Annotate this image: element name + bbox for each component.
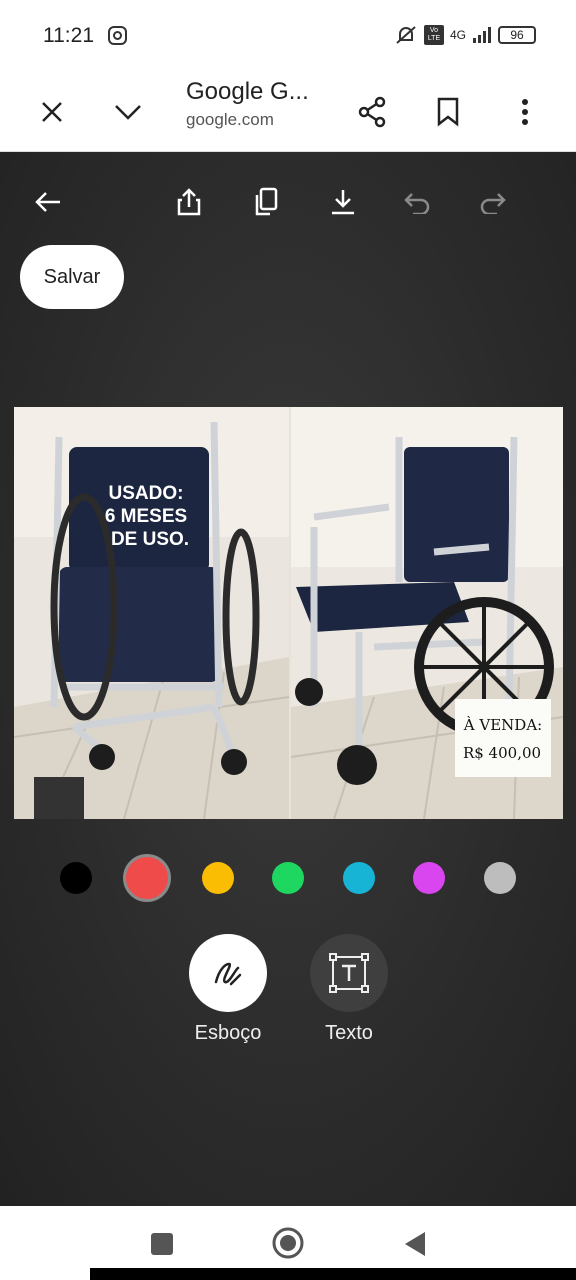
used-caption-line-1: USADO: — [109, 483, 184, 504]
system-nav-bar — [0, 1206, 576, 1280]
sketch-tool-button[interactable] — [189, 934, 267, 1012]
browser-toolbar: Google G... google.com — [0, 72, 576, 152]
back-triangle-icon[interactable] — [403, 1230, 427, 1258]
export-icon[interactable] — [169, 182, 209, 222]
color-swatch-cyan[interactable] — [343, 862, 375, 894]
volte-badge: Vo LTE — [423, 25, 444, 45]
page-title-block[interactable]: Google G... google.com — [186, 78, 336, 130]
chevron-down-icon[interactable] — [106, 90, 150, 134]
status-bar: 11:21 Vo LTE 4G 96 — [0, 0, 576, 72]
signal-icon — [473, 27, 491, 43]
seat-left — [59, 567, 219, 682]
page-title: Google G... — [186, 78, 309, 105]
more-options-icon[interactable] — [503, 90, 547, 134]
text-box-icon — [329, 953, 369, 993]
color-swatch-purple[interactable] — [413, 862, 445, 894]
download-icon[interactable] — [323, 182, 363, 222]
recents-square-icon[interactable] — [150, 1232, 174, 1256]
home-circle-icon[interactable] — [271, 1226, 305, 1260]
instagram-icon — [108, 26, 127, 45]
used-caption-line-2: 6 MESES — [105, 506, 187, 527]
sketch-tool-label: Esboço — [194, 1022, 262, 1044]
text-tool-label: Texto — [325, 1022, 373, 1044]
page-url: google.com — [186, 110, 274, 129]
color-swatch-green[interactable] — [272, 862, 304, 894]
save-button[interactable]: Salvar — [20, 245, 124, 309]
battery-level: 96 — [510, 28, 524, 42]
network-type: 4G — [449, 28, 466, 42]
used-caption-line-3: DE USO. — [111, 529, 189, 550]
status-time: 11:21 — [43, 24, 94, 47]
redo-icon[interactable] — [473, 182, 513, 222]
price-sign — [455, 699, 551, 777]
color-palette — [60, 854, 520, 902]
sale-sign-line-2: R$ 400,00 — [463, 744, 541, 762]
color-swatch-yellow[interactable] — [202, 862, 234, 894]
color-swatch-red[interactable] — [123, 854, 171, 902]
bookmark-icon[interactable] — [426, 90, 470, 134]
copy-icon[interactable] — [246, 182, 286, 222]
sale-sign-line-1: À VENDA: — [463, 716, 542, 734]
pen-scribble-icon — [214, 962, 242, 986]
image-editor: Salvar USADO: 6 MESES DE USO. À VENDA: R… — [0, 152, 576, 1206]
edited-photo: USADO: 6 MESES DE USO. À VENDA: R$ 400,0… — [14, 407, 563, 819]
share-icon[interactable] — [350, 90, 394, 134]
back-arrow-icon[interactable] — [28, 182, 68, 222]
color-swatch-grey[interactable] — [484, 862, 516, 894]
color-swatch-black[interactable] — [60, 862, 92, 894]
text-tool-button[interactable] — [310, 934, 388, 1012]
backrest-right — [404, 447, 509, 582]
bottom-edge-bar — [90, 1268, 576, 1280]
battery-icon: 96 — [498, 26, 536, 44]
status-icons: Vo LTE 4G 96 — [394, 24, 536, 46]
undo-icon[interactable] — [397, 182, 437, 222]
close-icon[interactable] — [30, 90, 74, 134]
mute-bell-icon — [396, 26, 416, 44]
